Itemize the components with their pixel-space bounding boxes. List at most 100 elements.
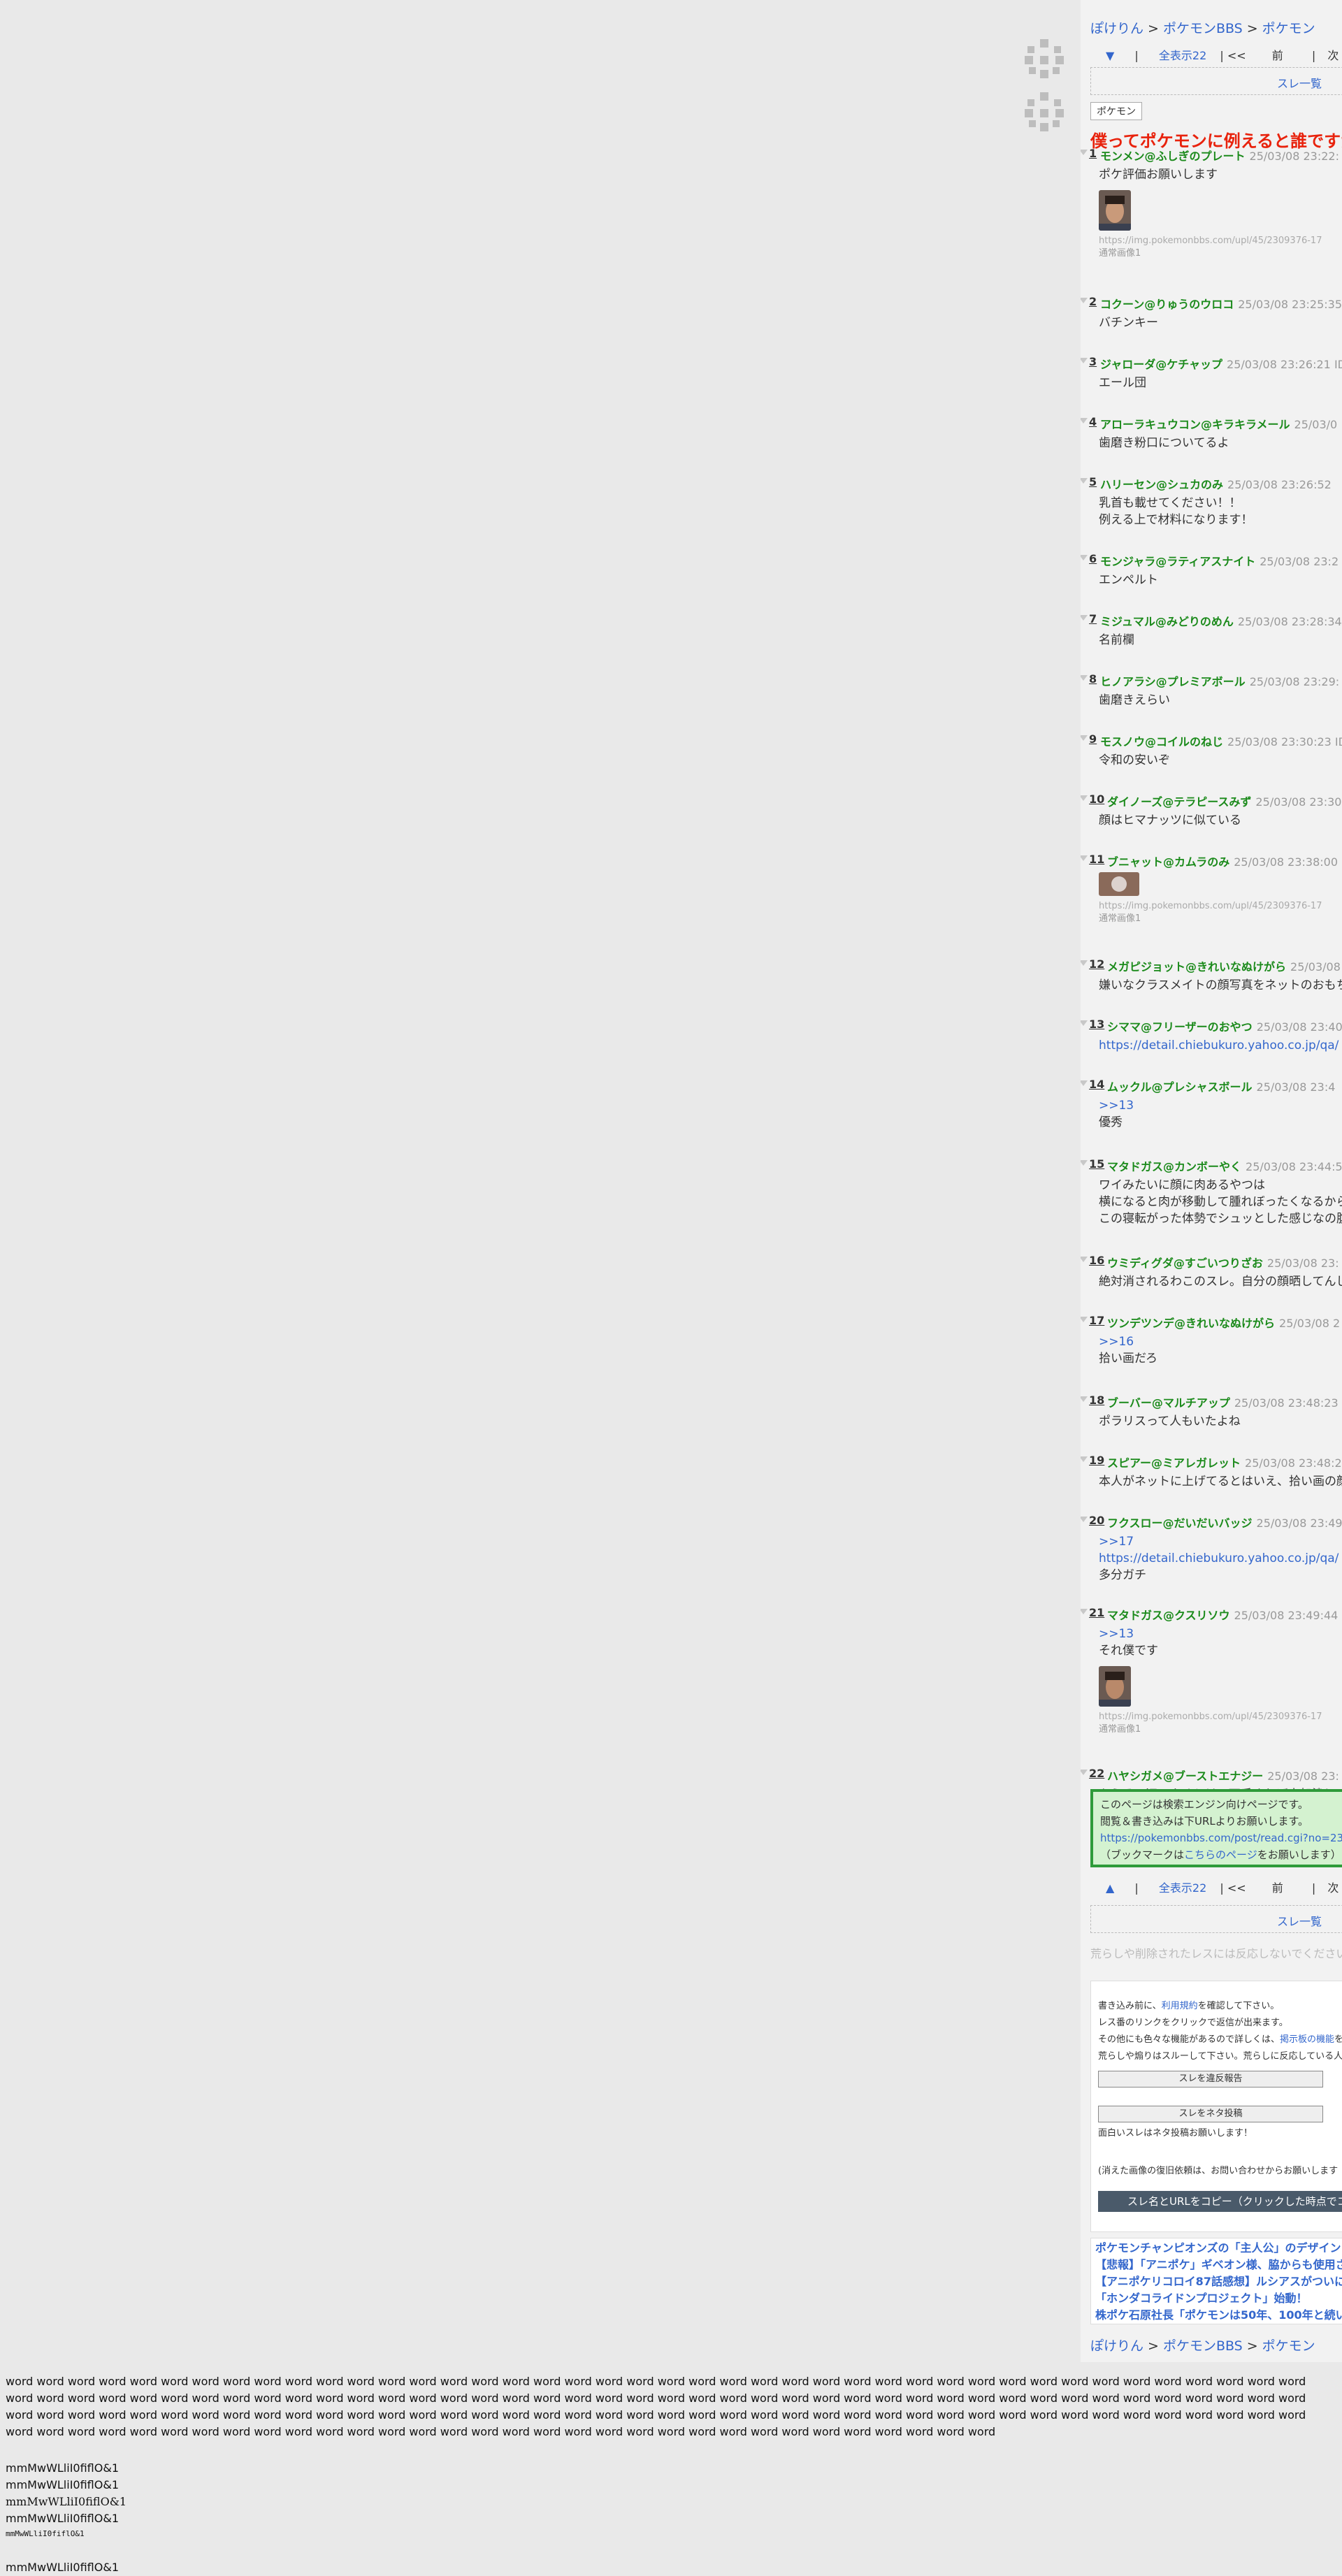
collapse-icon[interactable] bbox=[1081, 1160, 1088, 1166]
collapse-icon[interactable] bbox=[1081, 1317, 1088, 1322]
prev-page-link[interactable]: 前 bbox=[1272, 46, 1283, 63]
post-number[interactable]: 6 bbox=[1089, 552, 1097, 565]
collapse-icon[interactable] bbox=[1081, 478, 1088, 484]
post-number[interactable]: 7 bbox=[1089, 612, 1097, 625]
post-number[interactable]: 15 bbox=[1089, 1157, 1104, 1171]
related-link[interactable]: ポケモンチャンピオンズの「主人公」のデザイン bbox=[1095, 2240, 1342, 2257]
prev-page-link[interactable]: 前 bbox=[1272, 1879, 1283, 1895]
post-number[interactable]: 3 bbox=[1089, 355, 1097, 368]
test-line: mmMwWLliI0fiflO&1 bbox=[6, 2512, 119, 2525]
bookmark-note: （ブックマークはこちらのページをお願いします） bbox=[1100, 1848, 1341, 1861]
scroll-up-button[interactable]: ▲ bbox=[1106, 1881, 1114, 1895]
breadcrumb-home[interactable]: ぽけりん bbox=[1090, 21, 1143, 36]
reply-anchor[interactable]: >>13 bbox=[1099, 1626, 1342, 1642]
post-number[interactable]: 17 bbox=[1089, 1314, 1104, 1327]
thread-list-button[interactable]: スレ一覧 bbox=[1090, 67, 1342, 95]
post-number[interactable]: 4 bbox=[1089, 415, 1097, 428]
collapse-icon[interactable] bbox=[1081, 615, 1088, 621]
collapse-icon[interactable] bbox=[1081, 555, 1088, 560]
breadcrumb-category[interactable]: ポケモン bbox=[1262, 21, 1315, 36]
thread-list-button[interactable]: スレ一覧 bbox=[1090, 1905, 1342, 1933]
collapse-icon[interactable] bbox=[1081, 1609, 1088, 1614]
post-number[interactable]: 12 bbox=[1089, 957, 1104, 971]
post-number[interactable]: 9 bbox=[1089, 732, 1097, 746]
post-author: ブニャット@カムラのみ bbox=[1107, 855, 1230, 869]
related-link[interactable]: 「ホンダコライドンプロジェクト」始動！ bbox=[1095, 2290, 1342, 2307]
collapse-icon[interactable] bbox=[1081, 960, 1088, 966]
post-body: 嫌いなクラスメイトの顔写真をネットのおもち bbox=[1099, 977, 1342, 994]
next-page-link[interactable]: 次 bbox=[1327, 1879, 1339, 1895]
post-number[interactable]: 16 bbox=[1089, 1254, 1104, 1267]
scroll-icon[interactable] bbox=[1025, 92, 1064, 131]
neta-post-button[interactable]: スレをネタ投稿 bbox=[1098, 2106, 1323, 2122]
post-link[interactable]: https://detail.chiebukuro.yahoo.co.jp/qa… bbox=[1099, 1037, 1342, 1054]
thread-url-link[interactable]: https://pokemonbbs.com/post/read.cgi?no=… bbox=[1100, 1832, 1342, 1844]
copy-url-button[interactable]: スレ名とURLをコピー（クリックした時点でコ bbox=[1098, 2191, 1342, 2212]
collapse-icon[interactable] bbox=[1081, 1020, 1088, 1026]
post-number[interactable]: 19 bbox=[1089, 1454, 1104, 1467]
breadcrumb-home[interactable]: ぽけりん bbox=[1090, 2338, 1143, 2354]
collapse-icon[interactable] bbox=[1081, 298, 1088, 303]
first-page-link[interactable]: << bbox=[1227, 1881, 1246, 1895]
post: 8 ヒノアラシ@プレミアボール 25/03/08 23:29: 歯磨きえらい bbox=[1081, 672, 1342, 709]
next-page-link[interactable]: 次 bbox=[1327, 46, 1339, 63]
reply-anchor[interactable]: >>17 bbox=[1099, 1533, 1342, 1550]
breadcrumb-bbs[interactable]: ポケモンBBS bbox=[1163, 2338, 1243, 2354]
image-thumbnail[interactable] bbox=[1099, 190, 1131, 231]
breadcrumb-bbs[interactable]: ポケモンBBS bbox=[1163, 21, 1243, 36]
show-all-link[interactable]: 全表示22 bbox=[1159, 1881, 1206, 1895]
post-number[interactable]: 21 bbox=[1089, 1606, 1104, 1619]
post-text: 名前欄 bbox=[1099, 633, 1134, 647]
collapse-icon[interactable] bbox=[1081, 735, 1088, 741]
report-thread-button[interactable]: スレを違反報告 bbox=[1098, 2071, 1323, 2087]
collapse-icon[interactable] bbox=[1081, 150, 1088, 155]
related-link[interactable]: 【アニポケリコロイ87話感想】ルシアスがついに bbox=[1095, 2273, 1342, 2290]
collapse-icon[interactable] bbox=[1081, 1396, 1088, 1402]
collapse-icon[interactable] bbox=[1081, 1080, 1088, 1086]
post-number[interactable]: 1 bbox=[1089, 147, 1097, 160]
breadcrumb: ぽけりん > ポケモンBBS > ポケモン bbox=[1090, 18, 1315, 37]
collapse-icon[interactable] bbox=[1081, 675, 1088, 681]
post-number[interactable]: 10 bbox=[1089, 793, 1104, 806]
features-link[interactable]: 掲示板の機能 bbox=[1280, 2034, 1334, 2045]
post-number[interactable]: 13 bbox=[1089, 1018, 1104, 1031]
collapse-icon[interactable] bbox=[1081, 1517, 1088, 1522]
settings-icon[interactable] bbox=[1025, 39, 1064, 78]
post-date: 25/03/08 23:49 bbox=[1256, 1517, 1342, 1530]
post-number[interactable]: 8 bbox=[1089, 672, 1097, 686]
post-date: 25/03/08 2 bbox=[1279, 1317, 1341, 1330]
post-number[interactable]: 22 bbox=[1089, 1767, 1104, 1780]
image-url[interactable]: https://img.pokemonbbs.com/upl/45/230937… bbox=[1099, 900, 1342, 913]
collapse-icon[interactable] bbox=[1081, 1257, 1088, 1262]
breadcrumb-category[interactable]: ポケモン bbox=[1262, 2338, 1315, 2354]
collapse-icon[interactable] bbox=[1081, 418, 1088, 424]
collapse-icon[interactable] bbox=[1081, 1456, 1088, 1462]
first-page-link[interactable]: << bbox=[1227, 49, 1246, 62]
collapse-icon[interactable] bbox=[1081, 795, 1088, 801]
terms-link[interactable]: 利用規約 bbox=[1162, 2001, 1198, 2011]
related-link[interactable]: 【悲報】「アニポケ」ギベオン様、脇からも使用さ bbox=[1095, 2257, 1342, 2273]
post-number[interactable]: 5 bbox=[1089, 475, 1097, 489]
reply-anchor[interactable]: >>13 bbox=[1099, 1097, 1342, 1114]
collapse-icon[interactable] bbox=[1081, 855, 1088, 861]
post-number[interactable]: 11 bbox=[1089, 853, 1104, 866]
post-number[interactable]: 18 bbox=[1089, 1394, 1104, 1407]
post-number[interactable]: 2 bbox=[1089, 295, 1097, 308]
image-thumbnail[interactable] bbox=[1099, 1666, 1131, 1707]
collapse-icon[interactable] bbox=[1081, 1770, 1088, 1775]
post-body: 歯磨きえらい bbox=[1099, 692, 1342, 709]
bookmark-link[interactable]: こちらのページ bbox=[1184, 1848, 1257, 1861]
post-number[interactable]: 14 bbox=[1089, 1078, 1104, 1091]
reply-anchor[interactable]: >>16 bbox=[1099, 1333, 1342, 1350]
image-url[interactable]: https://img.pokemonbbs.com/upl/45/230937… bbox=[1099, 1711, 1342, 1723]
scroll-down-button[interactable]: ▼ bbox=[1106, 49, 1114, 62]
show-all-link[interactable]: 全表示22 bbox=[1159, 49, 1206, 62]
post-number[interactable]: 20 bbox=[1089, 1514, 1104, 1527]
post-link[interactable]: https://detail.chiebukuro.yahoo.co.jp/qa… bbox=[1099, 1550, 1342, 1567]
test-line: mmMwWLliI0fiflO&1 bbox=[6, 2478, 119, 2491]
category-badge[interactable]: ポケモン bbox=[1090, 102, 1142, 120]
video-thumbnail[interactable] bbox=[1099, 872, 1139, 896]
related-link[interactable]: 株ポケ石原社長「ポケモンは50年、100年と続い bbox=[1095, 2307, 1342, 2324]
image-url[interactable]: https://img.pokemonbbs.com/upl/45/230937… bbox=[1099, 235, 1342, 247]
collapse-icon[interactable] bbox=[1081, 358, 1088, 363]
